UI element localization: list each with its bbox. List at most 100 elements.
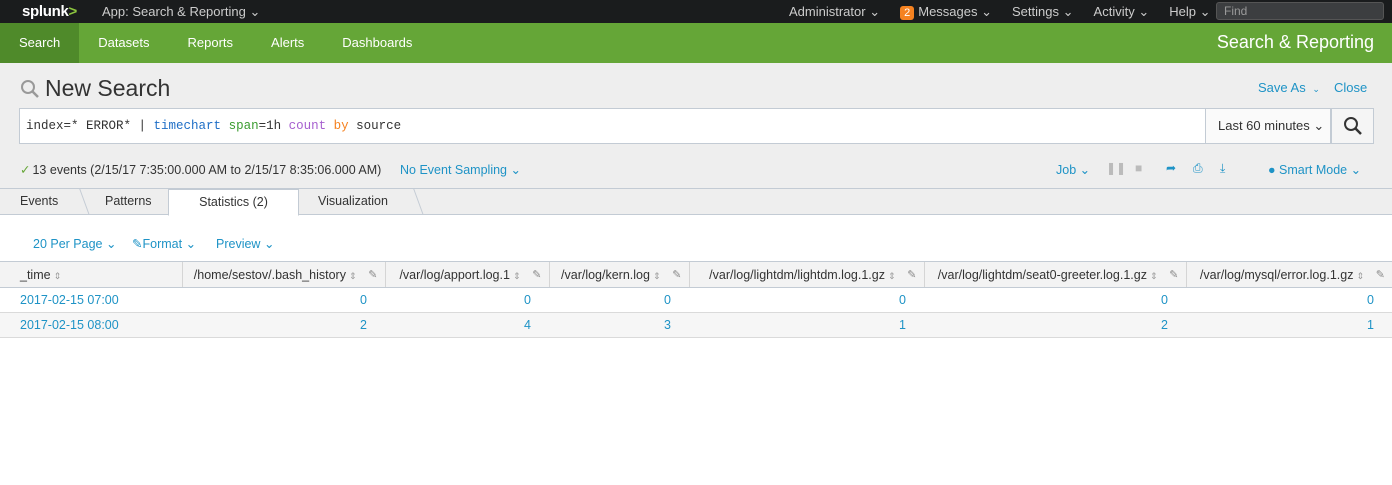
- count-cell[interactable]: 3: [549, 312, 689, 338]
- app-switcher[interactable]: App: Search & Reporting ⌄: [102, 4, 260, 20]
- nav-search[interactable]: Search: [0, 23, 80, 63]
- column-header[interactable]: /var/log/mysql/error.log.1.gz ⇕ ✎: [1185, 261, 1392, 288]
- search-icon: [1343, 117, 1362, 135]
- find-input[interactable]: Find: [1216, 2, 1384, 20]
- tab-patterns[interactable]: Patterns: [105, 189, 152, 215]
- event-sampling-menu[interactable]: No Event Sampling ⌄: [400, 162, 521, 177]
- chevron-down-icon: ⌄: [981, 3, 993, 19]
- app-nav-bar: Search Datasets Reports Alerts Dashboard…: [0, 23, 1392, 63]
- messages-badge: 2: [900, 5, 915, 20]
- save-as-menu[interactable]: Save As ⌄: [1258, 80, 1320, 95]
- column-header[interactable]: /var/log/apport.log.1 ⇕ ✎: [384, 261, 549, 288]
- chevron-down-icon: ⌄: [1079, 163, 1091, 177]
- per-page-menu[interactable]: 20 Per Page ⌄: [33, 236, 116, 251]
- lightbulb-icon: ●: [1268, 163, 1276, 177]
- sort-icon[interactable]: ⇕: [349, 271, 357, 281]
- chevron-down-icon: ⌄: [1138, 3, 1150, 19]
- tab-events[interactable]: Events: [20, 189, 58, 215]
- edit-icon[interactable]: ✎: [907, 268, 916, 281]
- column-header[interactable]: /var/log/lightdm/seat0-greeter.log.1.gz ⇕…: [923, 261, 1186, 288]
- tab-visualization[interactable]: Visualization: [318, 189, 388, 215]
- count-cell[interactable]: 0: [924, 287, 1186, 313]
- table-row: 2017-02-15 07:00 0 0 0 0 0 0: [0, 287, 1392, 313]
- sort-icon[interactable]: ⇕: [513, 271, 521, 281]
- count-cell[interactable]: 0: [1186, 287, 1392, 313]
- sort-icon[interactable]: ⇕: [653, 271, 661, 281]
- search-header: New Search Save As ⌄ Close index=* ERROR…: [0, 63, 1392, 189]
- chevron-down-icon: ⌄: [1312, 84, 1320, 94]
- app-title: Search & Reporting: [1216, 32, 1374, 52]
- export-icon[interactable]: ⤓: [1220, 161, 1225, 176]
- sort-icon[interactable]: ⇕: [54, 271, 62, 281]
- column-header[interactable]: /var/log/kern.log ⇕ ✎: [548, 261, 689, 288]
- help-menu[interactable]: Help ⌄: [1169, 4, 1210, 20]
- edit-icon[interactable]: ✎: [672, 268, 681, 281]
- count-cell[interactable]: 0: [385, 287, 549, 313]
- tab-divider: [413, 189, 424, 215]
- results-tabs: Events Patterns Statistics (2) Visualiza…: [0, 189, 1392, 216]
- edit-icon[interactable]: ✎: [532, 268, 541, 281]
- chevron-down-icon: ⌄: [1199, 3, 1211, 19]
- nav-dashboards[interactable]: Dashboards: [323, 23, 431, 63]
- tab-statistics[interactable]: Statistics (2): [168, 189, 299, 216]
- checkmark-icon: ✓: [20, 163, 31, 177]
- nav-reports[interactable]: Reports: [169, 23, 253, 63]
- count-cell[interactable]: 2: [182, 312, 385, 338]
- table-header-row: _time ⇕ /home/sestov/.bash_history ⇕ ✎ /var…: [0, 261, 1392, 288]
- count-cell[interactable]: 0: [549, 287, 689, 313]
- share-icon[interactable]: ➦: [1166, 161, 1176, 175]
- table-row: 2017-02-15 08:00 2 4 3 1 2 1: [0, 312, 1392, 338]
- administrator-menu[interactable]: Administrator ⌄: [789, 4, 880, 20]
- search-query-input[interactable]: index=* ERROR* | timechart span=1h count…: [19, 108, 1206, 144]
- column-header[interactable]: /home/sestov/.bash_history ⇕ ✎: [181, 261, 385, 288]
- chevron-down-icon: ⌄: [1062, 3, 1074, 19]
- sort-icon[interactable]: ⇕: [1356, 271, 1364, 281]
- chevron-down-icon: ⌄: [185, 237, 197, 251]
- format-menu[interactable]: ✎Format ⌄: [132, 236, 196, 251]
- count-cell[interactable]: 0: [689, 287, 924, 313]
- nav-alerts[interactable]: Alerts: [252, 23, 323, 63]
- column-header[interactable]: _time ⇕: [0, 261, 182, 288]
- messages-menu[interactable]: 2 Messages ⌄: [900, 4, 992, 20]
- sort-icon[interactable]: ⇕: [888, 271, 896, 281]
- tab-divider: [79, 189, 90, 215]
- time-cell[interactable]: 2017-02-15 07:00: [0, 287, 182, 313]
- splunk-logo[interactable]: splunk>: [22, 3, 82, 20]
- job-status: ✓ 13 events (2/15/17 7:35:00.000 AM to 2/…: [20, 163, 382, 177]
- settings-menu[interactable]: Settings ⌄: [1012, 4, 1074, 20]
- edit-icon[interactable]: ✎: [368, 268, 377, 281]
- count-cell[interactable]: 1: [1186, 312, 1392, 338]
- edit-icon[interactable]: ✎: [1376, 268, 1385, 281]
- preview-menu[interactable]: Preview ⌄: [216, 236, 274, 251]
- search-icon: [21, 79, 39, 98]
- sort-icon[interactable]: ⇕: [1150, 271, 1158, 281]
- time-range-picker[interactable]: Last 60 minutes ⌄: [1205, 108, 1331, 144]
- count-cell[interactable]: 2: [924, 312, 1186, 338]
- count-cell[interactable]: 4: [385, 312, 549, 338]
- column-header[interactable]: /var/log/lightdm/lightdm.log.1.gz ⇕ ✎: [688, 261, 924, 288]
- edit-icon[interactable]: ✎: [1169, 268, 1178, 281]
- top-bar: splunk> App: Search & Reporting ⌄ Admini…: [0, 0, 1392, 23]
- system-nav: Administrator ⌄ 2 Messages ⌄ Settings ⌄ A…: [789, 0, 1231, 23]
- print-icon[interactable]: ⎙: [1193, 161, 1203, 176]
- chevron-down-icon: ⌄: [510, 163, 521, 177]
- search-button[interactable]: [1331, 108, 1374, 144]
- time-cell[interactable]: 2017-02-15 08:00: [0, 312, 182, 338]
- chevron-down-icon: ⌄: [869, 3, 881, 19]
- table-controls: 20 Per Page ⌄ ✎Format ⌄ Preview ⌄: [0, 215, 1392, 261]
- chevron-down-icon: ⌄: [105, 237, 117, 251]
- chevron-down-icon: ⌄: [1350, 163, 1362, 177]
- stop-icon[interactable]: ■: [1135, 161, 1142, 175]
- chevron-down-icon: ⌄: [263, 237, 275, 251]
- count-cell[interactable]: 1: [689, 312, 924, 338]
- count-cell[interactable]: 0: [182, 287, 385, 313]
- activity-menu[interactable]: Activity ⌄: [1094, 4, 1150, 20]
- results-table: _time ⇕ /home/sestov/.bash_history ⇕ ✎ /var…: [0, 261, 1392, 338]
- close-link[interactable]: Close: [1334, 80, 1367, 95]
- nav-datasets[interactable]: Datasets: [79, 23, 168, 63]
- chevron-down-icon: ⌄: [249, 3, 261, 19]
- search-mode-menu[interactable]: ● Smart Mode ⌄: [1268, 162, 1361, 177]
- pause-icon[interactable]: ❚❚: [1106, 161, 1126, 175]
- job-menu[interactable]: Job ⌄: [1056, 162, 1090, 177]
- chevron-down-icon: ⌄: [1313, 118, 1325, 133]
